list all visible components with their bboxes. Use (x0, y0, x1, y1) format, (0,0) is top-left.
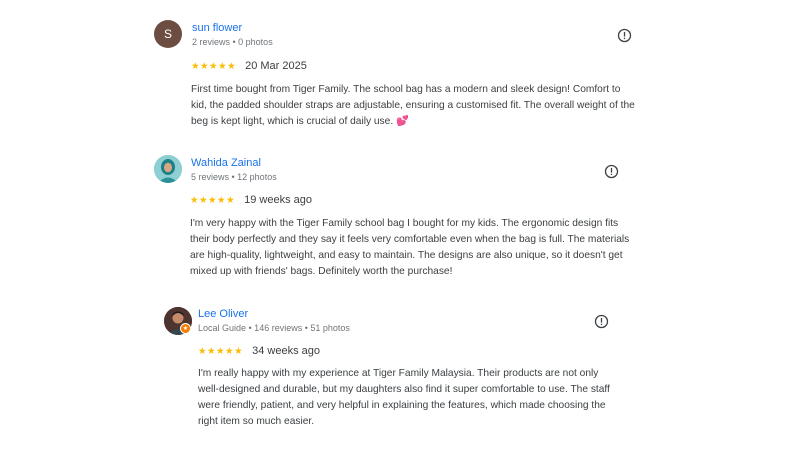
local-guide-badge-icon: ★ (180, 323, 191, 334)
review-date: 34 weeks ago (252, 345, 320, 357)
review-text: I'm really happy with my experience at T… (198, 368, 610, 427)
star-rating: ★★★★★ (198, 345, 244, 357)
report-icon[interactable] (594, 314, 609, 329)
reviewer-name[interactable]: Lee Oliver (198, 308, 248, 320)
rating-row: ★★★★★ 34 weeks ago (198, 345, 320, 357)
review-card: ★ Lee Oliver Local Guide • 146 reviews •… (0, 0, 800, 430)
reviewer-meta: Local Guide • 146 reviews • 51 photos (198, 323, 350, 333)
